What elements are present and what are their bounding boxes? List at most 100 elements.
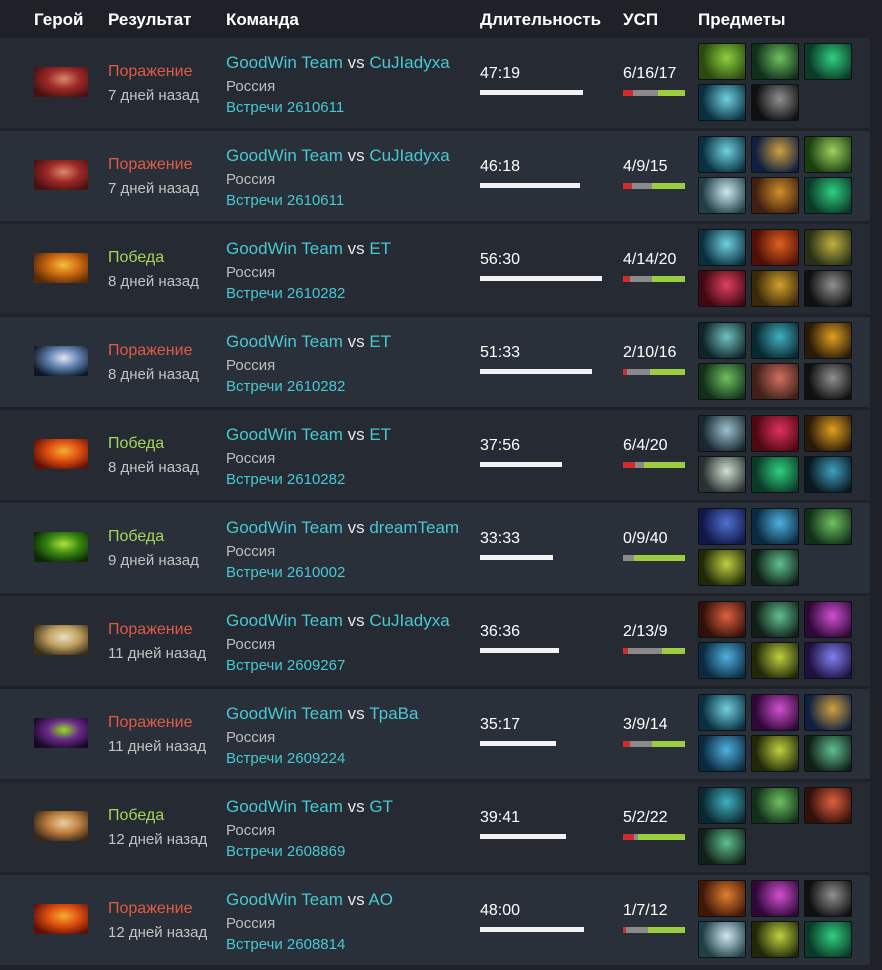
team-b-link[interactable]: ET: [369, 332, 391, 351]
match-row[interactable]: Поражение 8 дней назад GoodWin Team vs ET Р…: [0, 317, 870, 407]
hero-portrait-red-beast-icon[interactable]: [34, 67, 88, 97]
column-header-kda[interactable]: УСП: [623, 10, 658, 30]
wand-item-icon[interactable]: [698, 363, 746, 400]
column-header-result[interactable]: Результат: [108, 10, 192, 30]
match-row[interactable]: Победа 8 дней назад GoodWin Team vs ET Росс…: [0, 224, 870, 314]
series-link[interactable]: Встречи 2610002: [226, 564, 345, 581]
team-a-link[interactable]: GoodWin Team: [226, 611, 343, 630]
hero-portrait-dark-sorceress-icon[interactable]: [34, 346, 88, 376]
axe-item-icon[interactable]: [698, 84, 746, 121]
skull-item-icon[interactable]: [698, 415, 746, 452]
scythe-item-icon[interactable]: [804, 456, 852, 493]
match-row[interactable]: Поражение 7 дней назад GoodWin Team vs CuJ…: [0, 38, 870, 128]
series-link[interactable]: Встречи 2608869: [226, 843, 345, 860]
boots-item-icon[interactable]: [804, 43, 852, 80]
series-link[interactable]: Встречи 2610282: [226, 471, 345, 488]
gauntlet-item-icon[interactable]: [698, 549, 746, 586]
wand-item-icon[interactable]: [804, 508, 852, 545]
series-link[interactable]: Встречи 2610282: [226, 285, 345, 302]
blade-item-icon[interactable]: [698, 43, 746, 80]
series-link[interactable]: Встречи 2608814: [226, 936, 345, 953]
series-link[interactable]: Встречи 2610611: [226, 99, 344, 116]
blink-item-icon[interactable]: [804, 363, 852, 400]
team-a-link[interactable]: GoodWin Team: [226, 53, 343, 72]
team-b-link[interactable]: ТраВа: [369, 704, 418, 723]
blink-item-icon[interactable]: [751, 84, 799, 121]
hero-portrait-phoenix-icon[interactable]: [34, 904, 88, 934]
match-row[interactable]: Победа 8 дней назад GoodWin Team vs ET Росс…: [0, 410, 870, 500]
staff-item-icon[interactable]: [751, 549, 799, 586]
armor-item-icon[interactable]: [698, 322, 746, 359]
boots-item-icon[interactable]: [751, 456, 799, 493]
team-b-link[interactable]: CuJIadyxa: [369, 611, 449, 630]
drum-item-icon[interactable]: [804, 136, 852, 173]
scroll-item-icon[interactable]: [698, 921, 746, 958]
feather-item-icon[interactable]: [698, 456, 746, 493]
column-header-hero[interactable]: Герой: [34, 10, 83, 30]
claw-item-icon[interactable]: [804, 415, 852, 452]
gauntlet-item-icon[interactable]: [751, 735, 799, 772]
series-link[interactable]: Встречи 2610611: [226, 192, 344, 209]
staff-item-icon[interactable]: [804, 735, 852, 772]
hero-portrait-red-beast-icon[interactable]: [34, 160, 88, 190]
series-link[interactable]: Встречи 2610282: [226, 378, 345, 395]
match-row[interactable]: Поражение 7 дней назад GoodWin Team vs CuJ…: [0, 131, 870, 221]
team-a-link[interactable]: GoodWin Team: [226, 425, 343, 444]
team-b-link[interactable]: dreamTeam: [369, 518, 459, 537]
shield-item-icon[interactable]: [751, 229, 799, 266]
team-a-link[interactable]: GoodWin Team: [226, 518, 343, 537]
team-b-link[interactable]: CuJIadyxa: [369, 146, 449, 165]
staff-item-icon[interactable]: [698, 828, 746, 865]
lantern-item-icon[interactable]: [698, 880, 746, 917]
greaves-item-icon[interactable]: [751, 322, 799, 359]
match-row[interactable]: Поражение 11 дней назад GoodWin Team vs Cu…: [0, 596, 870, 686]
team-a-link[interactable]: GoodWin Team: [226, 332, 343, 351]
boots-item-icon[interactable]: [804, 921, 852, 958]
team-b-link[interactable]: GT: [369, 797, 393, 816]
axe-item-icon[interactable]: [698, 229, 746, 266]
blink-item-icon[interactable]: [804, 270, 852, 307]
hero-portrait-paladin-icon[interactable]: [34, 625, 88, 655]
lantern-item-icon[interactable]: [698, 735, 746, 772]
hero-portrait-phoenix-icon[interactable]: [34, 439, 88, 469]
claw-item-icon[interactable]: [804, 322, 852, 359]
greaves-item-icon[interactable]: [698, 787, 746, 824]
axe-item-icon[interactable]: [698, 136, 746, 173]
ruby-item-icon[interactable]: [751, 415, 799, 452]
cape-item-icon[interactable]: [698, 508, 746, 545]
hero-portrait-monkey-icon[interactable]: [34, 811, 88, 841]
team-a-link[interactable]: GoodWin Team: [226, 146, 343, 165]
lantern-item-icon[interactable]: [751, 508, 799, 545]
orb-item-icon[interactable]: [751, 136, 799, 173]
orb-item-icon[interactable]: [804, 601, 852, 638]
column-header-items[interactable]: Предметы: [698, 10, 786, 30]
team-a-link[interactable]: GoodWin Team: [226, 704, 343, 723]
column-header-duration[interactable]: Длительность: [480, 10, 601, 30]
relic-item-icon[interactable]: [804, 229, 852, 266]
series-link[interactable]: Встречи 2609267: [226, 657, 345, 674]
lantern-item-icon[interactable]: [698, 642, 746, 679]
match-row[interactable]: Поражение 12 дней назад GoodWin Team vs AO…: [0, 875, 870, 965]
team-b-link[interactable]: ET: [369, 425, 391, 444]
scroll-item-icon[interactable]: [698, 177, 746, 214]
potion-item-icon[interactable]: [804, 787, 852, 824]
staff-item-icon[interactable]: [751, 601, 799, 638]
hood-item-icon[interactable]: [751, 880, 799, 917]
boots-item-icon[interactable]: [804, 177, 852, 214]
wand-item-icon[interactable]: [751, 787, 799, 824]
hero-portrait-venom-icon[interactable]: [34, 718, 88, 748]
hammer-item-icon[interactable]: [751, 363, 799, 400]
blink-item-icon[interactable]: [804, 880, 852, 917]
column-header-team[interactable]: Команда: [226, 10, 299, 30]
team-a-link[interactable]: GoodWin Team: [226, 890, 343, 909]
team-a-link[interactable]: GoodWin Team: [226, 239, 343, 258]
crystal-item-icon[interactable]: [804, 642, 852, 679]
match-row[interactable]: Поражение 11 дней назад GoodWin Team vs Тр…: [0, 689, 870, 779]
team-b-link[interactable]: AO: [368, 890, 393, 909]
series-link[interactable]: Встречи 2609224: [226, 750, 345, 767]
globe-item-icon[interactable]: [804, 694, 852, 731]
gauntlet-item-icon[interactable]: [751, 921, 799, 958]
hero-portrait-green-demon-icon[interactable]: [34, 532, 88, 562]
wand-item-icon[interactable]: [751, 43, 799, 80]
team-b-link[interactable]: CuJIadyxa: [369, 53, 449, 72]
